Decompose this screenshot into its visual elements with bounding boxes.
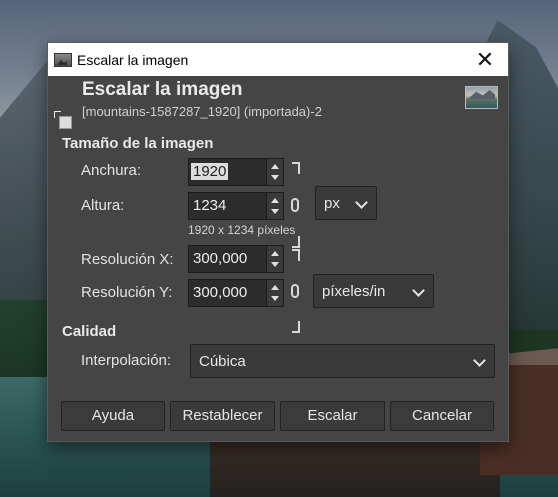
height-value: 1234	[193, 197, 227, 214]
cancel-button[interactable]: Cancelar	[390, 401, 494, 431]
height-spinbutton[interactable]: 1234	[188, 192, 284, 220]
title-bar[interactable]: Escalar la imagen ✕	[48, 43, 508, 76]
window-title: Escalar la imagen	[77, 52, 189, 68]
resolution-y-spinbutton[interactable]: 300,000	[188, 279, 284, 307]
resolution-y-stepper[interactable]	[266, 280, 283, 306]
dialog-content: Escalar la imagen [mountains-1587287_192…	[48, 76, 508, 441]
width-label: Anchura:	[81, 162, 142, 179]
help-button[interactable]: Ayuda	[61, 401, 165, 431]
image-name: [mountains-1587287_1920] (importada)-2	[82, 104, 322, 119]
height-label: Altura:	[81, 197, 125, 214]
scale-icon	[54, 111, 72, 129]
scale-image-dialog: Escalar la imagen ✕ Escalar la imagen [m…	[48, 43, 508, 441]
resolution-y-label: Resolución Y:	[81, 284, 173, 301]
resolution-x-spinbutton[interactable]: 300,000	[188, 245, 284, 273]
resolution-unit-value: píxeles/in	[322, 283, 386, 300]
size-summary: 1920 x 1234 píxeles	[188, 223, 296, 237]
size-unit-select[interactable]: px	[315, 186, 377, 220]
resolution-x-stepper[interactable]	[266, 246, 283, 272]
size-unit-value: px	[324, 195, 340, 212]
image-thumbnail	[465, 86, 498, 109]
dialog-heading: Escalar la imagen	[82, 79, 243, 100]
scale-button[interactable]: Escalar	[280, 401, 385, 431]
resolution-x-value: 300,000	[193, 250, 248, 267]
chevron-down-icon	[355, 196, 368, 209]
background-dock	[210, 439, 500, 497]
width-spinbutton[interactable]: 1920	[188, 158, 284, 186]
chevron-down-icon	[473, 354, 486, 367]
quality-section-title: Calidad	[62, 323, 117, 340]
resolution-x-label: Resolución X:	[81, 251, 174, 268]
height-stepper[interactable]	[266, 193, 283, 219]
gimp-icon	[54, 53, 72, 67]
image-size-section-title: Tamaño de la imagen	[62, 135, 214, 152]
resolution-unit-select[interactable]: píxeles/in	[313, 274, 434, 308]
interpolation-label: Interpolación:	[81, 352, 172, 369]
interpolation-select[interactable]: Cúbica	[190, 344, 495, 378]
interpolation-value: Cúbica	[199, 353, 246, 370]
resolution-y-value: 300,000	[193, 284, 248, 301]
chevron-down-icon	[412, 284, 425, 297]
width-stepper[interactable]	[266, 159, 283, 185]
width-value: 1920	[191, 163, 229, 180]
resolution-chain-icon[interactable]	[289, 249, 305, 333]
reset-button[interactable]: Restablecer	[170, 401, 275, 431]
close-button[interactable]: ✕	[462, 43, 508, 76]
